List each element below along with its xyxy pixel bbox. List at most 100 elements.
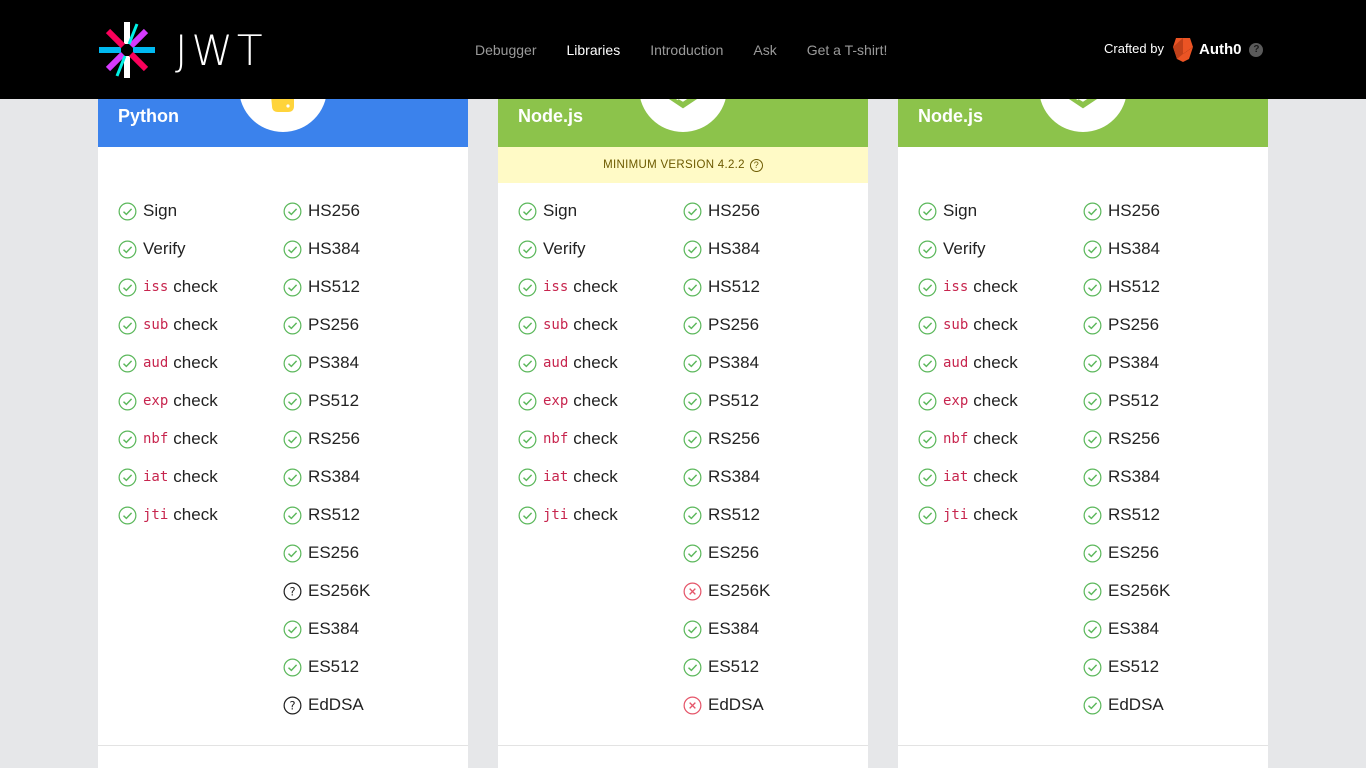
algorithm-row: HS256	[283, 192, 370, 230]
claim-label: check	[173, 277, 218, 296]
cross-circle-icon[interactable]	[683, 582, 702, 601]
algorithm-label: PS384	[1108, 353, 1160, 372]
claim-label: check	[973, 429, 1018, 448]
algorithm-row: HS256	[683, 192, 770, 230]
check-circle-icon	[283, 620, 302, 639]
nav-get-tshirt[interactable]: Get a T-shirt!	[807, 42, 888, 58]
claim-row: Verify	[118, 230, 218, 268]
claim-row: aud check	[518, 344, 618, 382]
check-circle-icon	[283, 468, 302, 487]
crafted-by: Crafted by Auth0 ?	[1104, 0, 1264, 99]
algorithm-row: RS256	[283, 420, 370, 458]
algorithm-row: RS384	[283, 458, 370, 496]
auth0-name: Auth0	[1198, 41, 1242, 58]
check-circle-icon	[683, 544, 702, 563]
check-circle-icon	[683, 354, 702, 373]
card-language: Node.js	[918, 106, 984, 126]
algorithm-row: EdDSA	[683, 686, 770, 724]
claim-label: Verify	[943, 239, 986, 258]
claim-code: sub	[543, 317, 569, 333]
algorithm-label: HS256	[1108, 201, 1160, 220]
check-circle-icon	[518, 468, 537, 487]
claim-row: aud check	[118, 344, 218, 382]
algorithm-row: HS384	[1083, 230, 1170, 268]
claim-row: sub check	[518, 306, 618, 344]
claim-label: check	[173, 315, 218, 334]
algorithm-row: RS512	[683, 496, 770, 534]
claim-row: nbf check	[518, 420, 618, 458]
claim-row: iat check	[118, 458, 218, 496]
algorithm-row: RS256	[1083, 420, 1170, 458]
check-circle-icon	[118, 392, 137, 411]
algorithm-row: HS512	[683, 268, 770, 306]
claim-code: aud	[143, 355, 169, 371]
algorithm-row: ES512	[683, 648, 770, 686]
minimum-version-text: MINIMUM VERSION 4.2.2	[603, 159, 745, 171]
algorithm-label: HS256	[708, 201, 760, 220]
claim-code: exp	[943, 393, 969, 409]
claim-label: check	[173, 353, 218, 372]
check-circle-icon	[518, 392, 537, 411]
auth0-logo-icon	[1172, 37, 1193, 62]
cross-circle-icon[interactable]	[683, 696, 702, 715]
nav-libraries[interactable]: Libraries	[567, 42, 621, 58]
check-circle-icon	[518, 316, 537, 335]
check-circle-icon	[518, 506, 537, 525]
auth0-link[interactable]: Auth0	[1172, 37, 1250, 63]
algorithm-row: ES256K	[1083, 572, 1170, 610]
claims-column: Sign Verify iss check sub check aud check exp che…	[518, 192, 618, 534]
check-circle-icon	[683, 316, 702, 335]
claim-code: iss	[943, 279, 969, 295]
algorithm-row: EdDSA	[1083, 686, 1170, 724]
check-circle-icon	[518, 430, 537, 449]
algorithm-label: PS384	[308, 353, 360, 372]
algorithm-label: RS384	[1108, 467, 1160, 486]
claim-label: check	[573, 277, 618, 296]
nav-ask[interactable]: Ask	[753, 42, 776, 58]
nav-debugger[interactable]: Debugger	[475, 42, 537, 58]
claim-label: check	[573, 467, 618, 486]
claim-code: iat	[943, 469, 969, 485]
jwt-logo-icon	[99, 22, 155, 78]
claim-code: nbf	[543, 431, 569, 447]
claims-column: Sign Verify iss check sub check aud check exp che…	[118, 192, 218, 534]
algorithm-row: ES512	[1083, 648, 1170, 686]
algorithm-row: RS256	[683, 420, 770, 458]
algorithm-row: PS256	[683, 306, 770, 344]
claim-row: nbf check	[918, 420, 1018, 458]
check-circle-icon	[283, 278, 302, 297]
question-circle-icon[interactable]: ?	[283, 582, 302, 601]
algorithm-row: HS512	[283, 268, 370, 306]
algorithm-row: HS512	[1083, 268, 1170, 306]
algorithm-row: PS512	[1083, 382, 1170, 420]
claim-label: check	[973, 391, 1018, 410]
check-circle-icon	[683, 506, 702, 525]
claim-label: check	[573, 353, 618, 372]
claim-code: nbf	[943, 431, 969, 447]
question-circle-icon[interactable]: ?	[283, 696, 302, 715]
algorithm-row: HS256	[1083, 192, 1170, 230]
check-circle-icon	[1083, 620, 1102, 639]
claim-code: iss	[143, 279, 169, 295]
jwt-logo[interactable]: JWT	[97, 19, 279, 81]
check-circle-icon	[283, 202, 302, 221]
check-circle-icon	[683, 240, 702, 259]
check-circle-icon	[918, 202, 937, 221]
check-circle-icon	[1083, 392, 1102, 411]
algorithm-label: PS512	[708, 391, 760, 410]
nav-introduction[interactable]: Introduction	[650, 42, 723, 58]
algorithms-column: HS256 HS384 HS512 PS256 PS384 PS512 RS256 RS384…	[283, 192, 370, 724]
algorithm-label: RS256	[708, 429, 760, 448]
question-icon[interactable]: ?	[749, 158, 763, 172]
check-circle-icon	[118, 278, 137, 297]
algorithm-label: PS256	[708, 315, 760, 334]
check-circle-icon	[283, 658, 302, 677]
claim-label: check	[573, 391, 618, 410]
help-icon[interactable]: ?	[1249, 42, 1264, 57]
claim-row: sub check	[918, 306, 1018, 344]
check-circle-icon	[118, 240, 137, 259]
claim-label: Sign	[143, 201, 178, 220]
claim-row: iss check	[918, 268, 1018, 306]
library-card-python: Python Sign Verify iss check sub check aud chec…	[98, 0, 468, 768]
check-circle-icon	[1083, 316, 1102, 335]
